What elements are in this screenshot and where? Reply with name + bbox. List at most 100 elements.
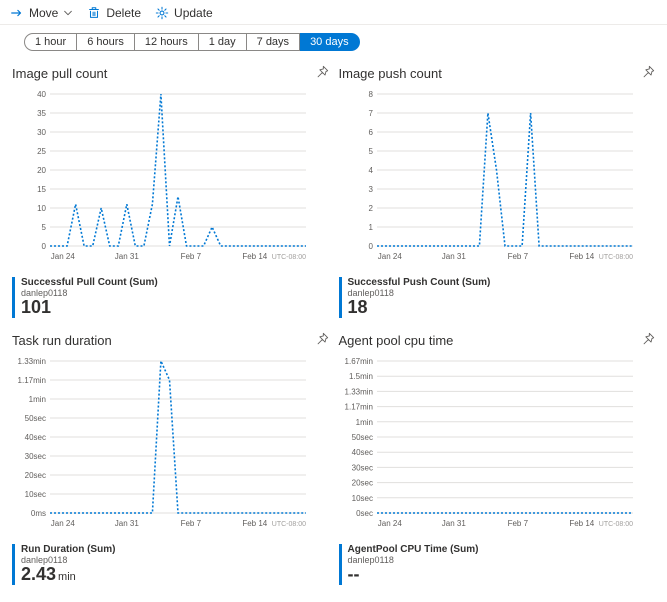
legend-value: -- xyxy=(348,565,656,585)
chart-legend: AgentPool CPU Time (Sum) danlep0118 -- xyxy=(339,544,656,585)
svg-text:1: 1 xyxy=(368,223,373,232)
pin-icon[interactable] xyxy=(315,65,329,82)
svg-text:UTC-08:00: UTC-08:00 xyxy=(272,521,306,528)
chart-plot: 012345678Jan 24Jan 31Feb 7Feb 14UTC-08:0… xyxy=(339,88,639,268)
svg-text:1.33min: 1.33min xyxy=(344,387,372,396)
chart-card: Image pull count 0510152025303540Jan 24J… xyxy=(10,61,331,322)
svg-text:1min: 1min xyxy=(355,418,372,427)
chart-card: Task run duration 0ms10sec20sec30sec40se… xyxy=(10,328,331,589)
chart-plot: 0ms10sec20sec30sec40sec50sec1min1.17min1… xyxy=(12,355,312,535)
svg-text:Feb 7: Feb 7 xyxy=(181,519,202,528)
legend-name: Successful Pull Count (Sum) xyxy=(21,277,329,288)
svg-text:Jan 31: Jan 31 xyxy=(115,252,140,261)
svg-text:15: 15 xyxy=(37,185,46,194)
svg-text:Jan 31: Jan 31 xyxy=(441,252,466,261)
delete-label: Delete xyxy=(106,6,141,20)
time-tab[interactable]: 1 hour xyxy=(24,33,77,51)
svg-text:2: 2 xyxy=(368,204,373,213)
chart-card: Image push count 012345678Jan 24Jan 31Fe… xyxy=(337,61,658,322)
svg-text:Feb 7: Feb 7 xyxy=(507,519,528,528)
time-tab[interactable]: 6 hours xyxy=(77,33,135,51)
svg-text:Jan 31: Jan 31 xyxy=(441,519,466,528)
chart-title: Image pull count xyxy=(12,66,107,81)
chart-legend: Run Duration (Sum) danlep0118 2.43min xyxy=(12,544,329,585)
svg-text:0: 0 xyxy=(42,242,47,251)
legend-value: 2.43min xyxy=(21,565,329,585)
svg-text:7: 7 xyxy=(368,109,373,118)
chevron-down-icon xyxy=(63,8,73,18)
time-tab[interactable]: 30 days xyxy=(300,33,360,51)
chart-header: Image push count xyxy=(339,65,656,82)
svg-text:50sec: 50sec xyxy=(25,414,46,423)
svg-text:1.67min: 1.67min xyxy=(344,357,372,366)
legend-name: AgentPool CPU Time (Sum) xyxy=(348,544,656,555)
svg-text:5: 5 xyxy=(368,147,373,156)
svg-text:10sec: 10sec xyxy=(25,490,46,499)
charts-grid: Image pull count 0510152025303540Jan 24J… xyxy=(0,53,667,601)
pin-icon[interactable] xyxy=(641,332,655,349)
chart-card: Agent pool cpu time 0sec 10sec 20sec 30sec 4… xyxy=(337,328,658,589)
time-tab[interactable]: 1 day xyxy=(199,33,247,51)
svg-text:6: 6 xyxy=(368,128,373,137)
legend-resource: danlep0118 xyxy=(21,555,329,565)
svg-text:Jan 24: Jan 24 xyxy=(377,519,402,528)
pin-icon[interactable] xyxy=(641,65,655,82)
svg-text:1.17min: 1.17min xyxy=(344,402,372,411)
pin-icon[interactable] xyxy=(315,332,329,349)
move-button[interactable]: Move xyxy=(10,6,73,20)
svg-text:Jan 31: Jan 31 xyxy=(115,519,140,528)
svg-text:25: 25 xyxy=(37,147,46,156)
chart-title: Task run duration xyxy=(12,333,112,348)
svg-text:1.5min: 1.5min xyxy=(348,372,372,381)
svg-text:30sec: 30sec xyxy=(351,463,372,472)
chart-title: Agent pool cpu time xyxy=(339,333,454,348)
svg-text:35: 35 xyxy=(37,109,46,118)
update-label: Update xyxy=(174,6,213,20)
svg-text:40sec: 40sec xyxy=(351,448,372,457)
chart-header: Agent pool cpu time xyxy=(339,332,656,349)
svg-text:0sec: 0sec xyxy=(356,509,373,518)
svg-text:Feb 14: Feb 14 xyxy=(242,519,267,528)
time-range-tabs: 1 hour6 hours12 hours1 day7 days30 days xyxy=(0,25,667,53)
svg-text:10sec: 10sec xyxy=(351,494,372,503)
svg-text:0: 0 xyxy=(368,242,373,251)
legend-value: 18 xyxy=(348,298,656,318)
chart-plot: 0510152025303540Jan 24Jan 31Feb 7Feb 14U… xyxy=(12,88,312,268)
svg-text:40sec: 40sec xyxy=(25,433,46,442)
svg-text:UTC-08:00: UTC-08:00 xyxy=(598,254,632,261)
svg-text:UTC-08:00: UTC-08:00 xyxy=(272,254,306,261)
chart-header: Task run duration xyxy=(12,332,329,349)
svg-text:1.33min: 1.33min xyxy=(18,357,46,366)
svg-text:3: 3 xyxy=(368,185,373,194)
legend-resource: danlep0118 xyxy=(21,288,329,298)
update-button[interactable]: Update xyxy=(155,6,213,20)
svg-text:Feb 7: Feb 7 xyxy=(181,252,202,261)
legend-resource: danlep0118 xyxy=(348,288,656,298)
svg-text:Jan 24: Jan 24 xyxy=(51,519,76,528)
svg-text:0ms: 0ms xyxy=(31,509,46,518)
svg-text:Feb 7: Feb 7 xyxy=(507,252,528,261)
svg-text:Feb 14: Feb 14 xyxy=(569,519,594,528)
svg-text:20sec: 20sec xyxy=(351,478,372,487)
svg-text:UTC-08:00: UTC-08:00 xyxy=(598,521,632,528)
legend-name: Successful Push Count (Sum) xyxy=(348,277,656,288)
svg-text:30sec: 30sec xyxy=(25,452,46,461)
legend-name: Run Duration (Sum) xyxy=(21,544,329,555)
chart-plot: 0sec 10sec 20sec 30sec 40sec 50sec 1min 1.17min… xyxy=(339,355,639,535)
svg-text:8: 8 xyxy=(368,90,373,99)
time-tab[interactable]: 12 hours xyxy=(135,33,199,51)
svg-text:5: 5 xyxy=(42,223,47,232)
delete-button[interactable]: Delete xyxy=(87,6,141,20)
delete-icon xyxy=(87,6,101,20)
svg-text:30: 30 xyxy=(37,128,46,137)
legend-unit: min xyxy=(58,571,76,583)
svg-text:1.17min: 1.17min xyxy=(18,376,46,385)
move-icon xyxy=(10,6,24,20)
chart-legend: Successful Pull Count (Sum) danlep0118 1… xyxy=(12,277,329,318)
svg-text:50sec: 50sec xyxy=(351,433,372,442)
svg-text:Feb 14: Feb 14 xyxy=(569,252,594,261)
chart-header: Image pull count xyxy=(12,65,329,82)
time-tab[interactable]: 7 days xyxy=(247,33,300,51)
svg-text:4: 4 xyxy=(368,166,373,175)
move-label: Move xyxy=(29,6,58,20)
